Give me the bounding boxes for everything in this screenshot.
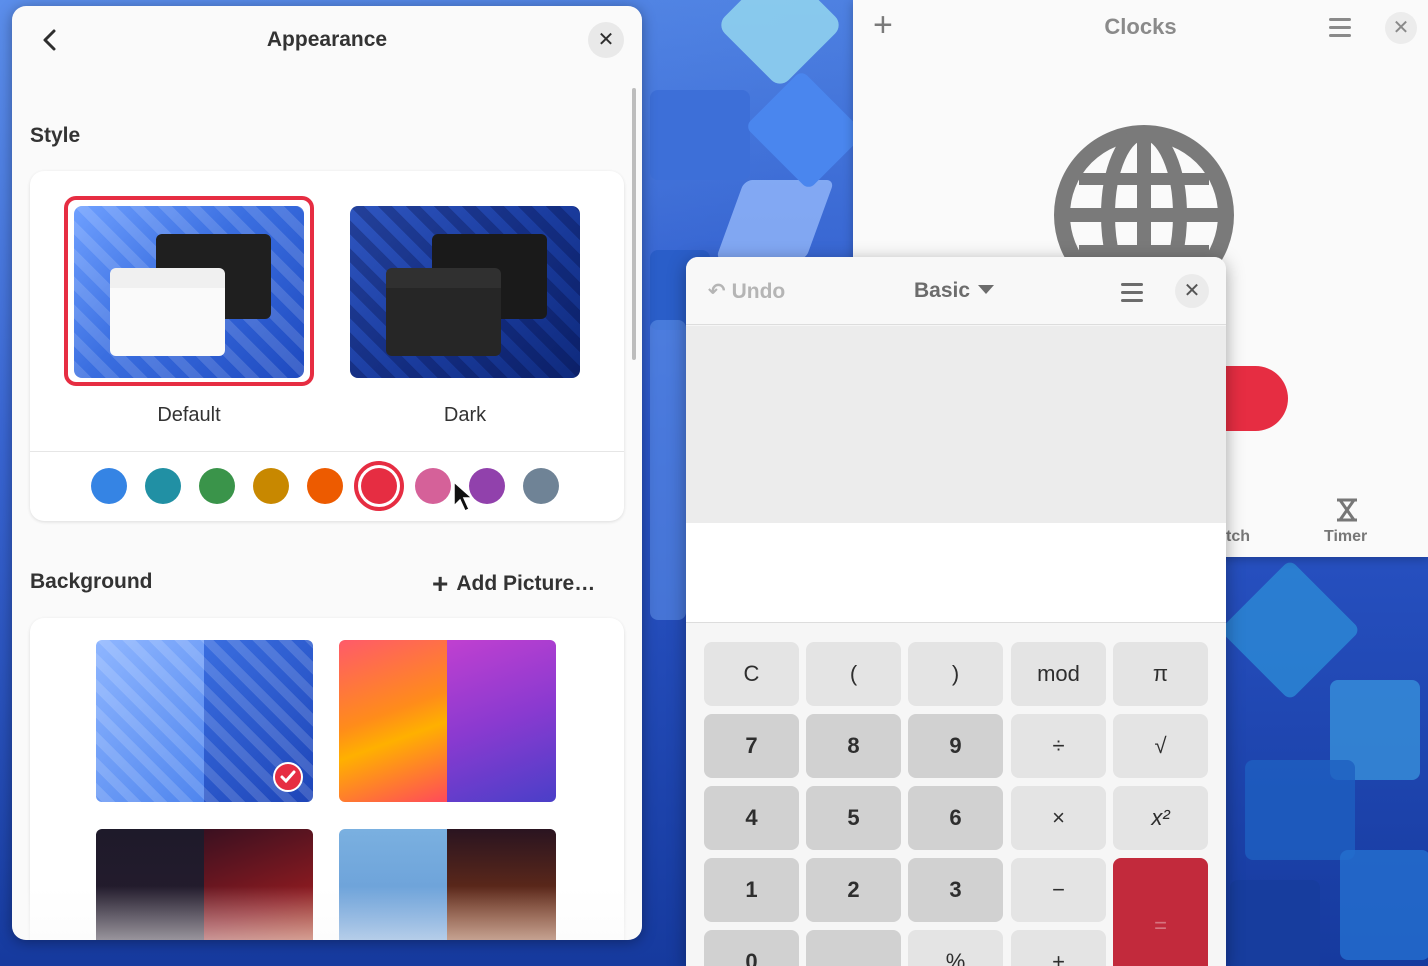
accent-green[interactable]	[199, 468, 235, 504]
key-7[interactable]: 7	[704, 714, 799, 778]
add-picture-label: Add Picture…	[456, 572, 596, 595]
hourglass-icon	[1337, 498, 1357, 522]
calculator-close-button[interactable]: ✕	[1175, 274, 1209, 308]
accent-teal[interactable]	[145, 468, 181, 504]
key-add[interactable]: +	[1011, 930, 1106, 966]
key-1[interactable]: 1	[704, 858, 799, 922]
clocks-close-button[interactable]: ✕	[1385, 12, 1417, 44]
background-thumb-default[interactable]	[96, 640, 313, 802]
key-9[interactable]: 9	[908, 714, 1003, 778]
key-8[interactable]: 8	[806, 714, 901, 778]
key-pi[interactable]: π	[1113, 642, 1208, 706]
accent-orange[interactable]	[307, 468, 343, 504]
key-mod[interactable]: mod	[1011, 642, 1106, 706]
close-button[interactable]: ✕	[588, 22, 624, 58]
accent-slate[interactable]	[523, 468, 559, 504]
equation-entry[interactable]	[686, 523, 1226, 623]
tab-stopwatch[interactable]: tch	[1226, 528, 1250, 546]
style-dark-label: Dark	[443, 404, 487, 426]
background-section-title: Background	[30, 570, 153, 593]
plus-icon: +	[432, 568, 449, 599]
key-multiply[interactable]: ×	[1011, 786, 1106, 850]
mode-label: Basic	[914, 279, 971, 302]
style-dark-preview[interactable]	[350, 206, 580, 378]
appearance-settings-window: Appearance ✕ Style Default Dark Backgrou…	[12, 6, 642, 940]
key-close-paren[interactable]: )	[908, 642, 1003, 706]
key-2[interactable]: 2	[806, 858, 901, 922]
style-section-title: Style	[30, 124, 81, 147]
mouse-pointer-icon	[453, 480, 474, 513]
accent-red[interactable]	[361, 468, 397, 504]
key-6[interactable]: 6	[908, 786, 1003, 850]
key-0[interactable]: 0	[704, 930, 799, 966]
key-square[interactable]: x²	[1113, 786, 1208, 850]
accent-pink[interactable]	[415, 468, 451, 504]
undo-label: Undo	[731, 280, 786, 303]
key-5[interactable]: 5	[806, 786, 901, 850]
caret-down-icon	[978, 285, 995, 294]
style-default-label: Default	[157, 404, 221, 426]
key-subtract[interactable]: −	[1011, 858, 1106, 922]
accent-blue[interactable]	[91, 468, 127, 504]
page-title: Appearance	[266, 28, 388, 51]
add-picture-button[interactable]: + Add Picture…	[432, 568, 595, 600]
clocks-menu-button[interactable]	[1329, 18, 1351, 42]
key-equals[interactable]: =	[1113, 858, 1208, 966]
key-sqrt[interactable]: √	[1113, 714, 1208, 778]
undo-icon: ↶	[708, 280, 726, 303]
selected-check-icon	[273, 762, 303, 792]
calculator-header: ↶ Undo Basic ✕	[686, 257, 1226, 325]
undo-button[interactable]: ↶ Undo	[708, 279, 785, 304]
key-divide[interactable]: ÷	[1011, 714, 1106, 778]
calculator-menu-button[interactable]	[1121, 283, 1143, 307]
key-decimal[interactable]	[806, 930, 901, 966]
key-3[interactable]: 3	[908, 858, 1003, 922]
calculator-window: ↶ Undo Basic ✕ C ( ) mod π 7 8 9 ÷ √ 4 5 …	[686, 257, 1226, 966]
style-default-preview[interactable]	[74, 206, 304, 378]
key-4[interactable]: 4	[704, 786, 799, 850]
background-thumb-gradient[interactable]	[339, 640, 556, 802]
history-view	[686, 326, 1226, 523]
scrollbar[interactable]	[632, 88, 636, 360]
key-clear[interactable]: C	[704, 642, 799, 706]
mode-selector[interactable]: Basic	[914, 279, 995, 303]
accent-yellow[interactable]	[253, 468, 289, 504]
key-open-paren[interactable]: (	[806, 642, 901, 706]
accent-purple[interactable]	[469, 468, 505, 504]
key-percent[interactable]: %	[908, 930, 1003, 966]
tab-timer[interactable]: Timer	[1324, 528, 1367, 546]
